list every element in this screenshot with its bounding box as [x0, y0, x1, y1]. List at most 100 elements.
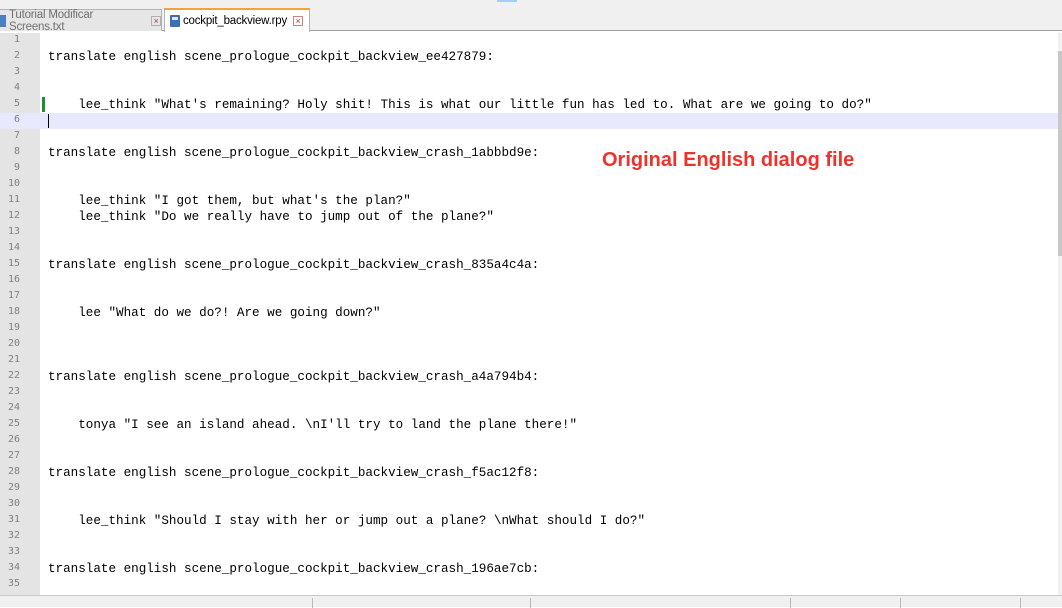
editor-line[interactable]: 20	[0, 337, 1058, 353]
line-number: 24	[7, 402, 20, 413]
editor-line[interactable]: 12 lee_think "Do we really have to jump …	[0, 209, 1058, 225]
line-number: 27	[7, 450, 20, 461]
tab-tutorial-modificar-screens[interactable]: Tutorial Modificar Screens.txt ×	[0, 8, 162, 33]
tab-cockpit-backview[interactable]: cockpit_backview.rpy ×	[164, 8, 310, 32]
editor-line[interactable]: 4	[0, 81, 1058, 97]
code-text[interactable]: translate english scene_prologue_cockpit…	[48, 49, 494, 65]
line-number: 34	[7, 562, 20, 573]
editor-line[interactable]: 13	[0, 225, 1058, 241]
code-text[interactable]: translate english scene_prologue_cockpit…	[48, 145, 539, 161]
line-number: 15	[7, 258, 20, 269]
line-number: 3	[13, 66, 20, 77]
editor-line[interactable]: 34 translate english scene_prologue_cockp…	[0, 561, 1058, 577]
tab-label: Tutorial Modificar Screens.txt	[9, 8, 94, 33]
editor-line[interactable]: 23	[0, 385, 1058, 401]
editor-line[interactable]: 32	[0, 529, 1058, 545]
code-text[interactable]: lee_think "Should I stay with her or jum…	[48, 513, 645, 529]
change-history-marker	[42, 97, 45, 112]
editor-line[interactable]: 27	[0, 449, 1058, 465]
line-number: 20	[7, 338, 20, 349]
line-number: 19	[7, 322, 20, 333]
editor-line[interactable]: 25 tonya "I see an island ahead. \nI'll …	[0, 417, 1058, 433]
code-text[interactable]: lee "What do we do?! Are we going down?"	[48, 305, 380, 321]
save-disk-icon	[170, 15, 180, 27]
title-bar-marker	[497, 0, 517, 2]
line-number: 16	[7, 274, 20, 285]
close-tab-icon[interactable]: ×	[293, 16, 304, 26]
editor-line[interactable]: 24	[0, 401, 1058, 417]
line-number: 26	[7, 434, 20, 445]
editor-line[interactable]: 26	[0, 433, 1058, 449]
editor-line[interactable]: 16	[0, 273, 1058, 289]
code-text[interactable]: tonya "I see an island ahead. \nI'll try…	[48, 417, 577, 433]
line-number: 23	[7, 386, 20, 397]
line-number: 33	[7, 546, 20, 557]
code-text[interactable]: lee_think "Do we really have to jump out…	[48, 209, 494, 225]
code-text[interactable]: lee_think "What's remaining? Holy shit! …	[48, 97, 872, 113]
line-number: 11	[7, 194, 20, 205]
line-number: 4	[13, 82, 20, 93]
editor-line[interactable]: 9	[0, 161, 1058, 177]
editor-line[interactable]: 17	[0, 289, 1058, 305]
editor-line[interactable]: 6	[0, 113, 1058, 129]
line-number: 25	[7, 418, 20, 429]
line-number: 8	[13, 146, 20, 157]
file-icon	[0, 14, 6, 27]
line-number: 17	[7, 290, 20, 301]
editor-line[interactable]: 7	[0, 129, 1058, 145]
vertical-scrollbar[interactable]	[1058, 33, 1062, 595]
scrollbar-thumb[interactable]	[1058, 51, 1062, 256]
editor-lines: 1 2 translate english scene_prologue_cockp…	[0, 33, 1058, 593]
line-number: 35	[7, 578, 20, 589]
line-number: 13	[7, 226, 20, 237]
line-number: 30	[7, 498, 20, 509]
line-number: 10	[7, 178, 20, 189]
editor-line[interactable]: 3	[0, 65, 1058, 81]
editor-line[interactable]: 28 translate english scene_prologue_cockp…	[0, 465, 1058, 481]
editor-line[interactable]: 14	[0, 241, 1058, 257]
line-number: 12	[7, 210, 20, 221]
line-number: 2	[13, 50, 20, 61]
line-number: 31	[7, 514, 20, 525]
editor-line[interactable]: 2 translate english scene_prologue_cockpi…	[0, 49, 1058, 65]
line-number: 1	[13, 34, 20, 45]
line-number: 14	[7, 242, 20, 253]
editor-line[interactable]: 5 lee_think "What's remaining? Holy shit…	[0, 97, 1058, 113]
editor-line[interactable]: 30	[0, 497, 1058, 513]
line-number: 7	[13, 130, 20, 141]
code-editor[interactable]: 1 2 translate english scene_prologue_cockp…	[0, 33, 1062, 595]
code-text[interactable]: translate english scene_prologue_cockpit…	[48, 465, 539, 481]
code-text[interactable]: translate english scene_prologue_cockpit…	[48, 561, 539, 577]
code-text[interactable]: translate english scene_prologue_cockpit…	[48, 369, 539, 385]
line-number: 9	[13, 162, 20, 173]
editor-line[interactable]: 35	[0, 577, 1058, 593]
editor-line[interactable]: 21	[0, 353, 1058, 369]
editor-line[interactable]: 31 lee_think "Should I stay with her or …	[0, 513, 1058, 529]
tab-bar: Tutorial Modificar Screens.txt × cockpit…	[0, 6, 1062, 33]
editor-line[interactable]: 8 translate english scene_prologue_cockpi…	[0, 145, 1058, 161]
line-number: 18	[7, 306, 20, 317]
editor-line[interactable]: 10	[0, 177, 1058, 193]
editor-line[interactable]: 19	[0, 321, 1058, 337]
editor-line[interactable]: 33	[0, 545, 1058, 561]
editor-line[interactable]: 18 lee "What do we do?! Are we going dow…	[0, 305, 1058, 321]
editor-line[interactable]: 29	[0, 481, 1058, 497]
text-caret	[48, 114, 49, 128]
line-number: 6	[13, 114, 20, 125]
status-bar	[0, 595, 1062, 608]
code-text[interactable]: translate english scene_prologue_cockpit…	[48, 257, 539, 273]
code-text[interactable]: lee_think "I got them, but what's the pl…	[48, 193, 411, 209]
close-tab-icon[interactable]: ×	[151, 15, 161, 26]
editor-line[interactable]: 22 translate english scene_prologue_cockp…	[0, 369, 1058, 385]
annotation-label: Original English dialog file	[602, 149, 855, 171]
line-number: 28	[7, 466, 20, 477]
line-number: 5	[13, 98, 20, 109]
line-number: 32	[7, 530, 20, 541]
line-number: 21	[7, 354, 20, 365]
editor-line[interactable]: 11 lee_think "I got them, but what's the…	[0, 193, 1058, 209]
editor-line[interactable]: 1	[0, 33, 1058, 49]
tab-label: cockpit_backview.rpy	[183, 15, 288, 27]
line-number: 22	[7, 370, 20, 381]
line-number: 29	[7, 482, 20, 493]
editor-line[interactable]: 15 translate english scene_prologue_cockp…	[0, 257, 1058, 273]
